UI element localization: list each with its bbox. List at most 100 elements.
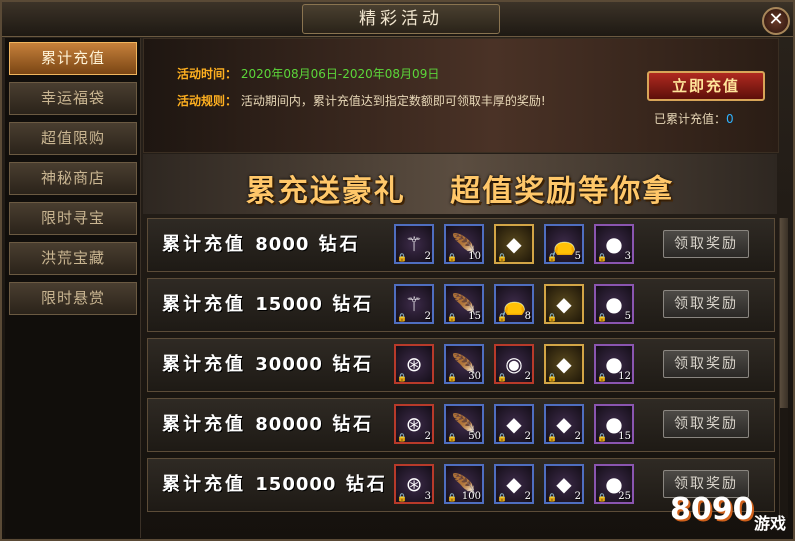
reward-count: 12	[618, 371, 631, 382]
reward-item[interactable]: ● 🔒 3	[594, 224, 634, 264]
lock-icon: 🔒	[547, 253, 557, 262]
tier-unit: 钻石	[318, 234, 361, 255]
reward-item[interactable]: ● 🔒 12	[594, 344, 634, 384]
reward-item[interactable]: ⊛ 🔒 2	[394, 404, 434, 444]
lock-icon: 🔒	[497, 433, 507, 442]
tier-label: 累计充值 15000 钻石	[162, 279, 374, 331]
reward-item[interactable]: ⚚ 🔒 2	[394, 284, 434, 324]
green-crystal-icon: ◆	[506, 472, 522, 496]
watermark-number: 8090	[670, 492, 754, 527]
lock-icon: 🔒	[597, 373, 607, 382]
reward-item[interactable]: 🪶 🔒 100	[444, 464, 484, 504]
reward-count: 5	[624, 311, 631, 322]
orb-icon: ◉	[505, 352, 523, 376]
reward-count: 15	[468, 311, 481, 322]
close-icon: ✕	[768, 9, 784, 30]
promo-banner: 累充送豪礼 超值奖励等你拿	[143, 154, 777, 214]
reward-count: 2	[524, 431, 531, 442]
reward-item[interactable]: ● 🔒 25	[594, 464, 634, 504]
reward-count: 50	[468, 431, 481, 442]
reward-item[interactable]: ◆ 🔒 2	[544, 464, 584, 504]
reward-item[interactable]: ◆ 🔒	[544, 344, 584, 384]
activity-window: 精彩活动 ✕ 累计充值 幸运福袋 超值限购 神秘商店 限时寻宝 洪荒宝藏 限时悬赏 活动时间…	[0, 0, 795, 541]
activity-rule: 活动规则： 活动期间内，累计充值达到指定数额即可领取丰厚的奖励!	[177, 92, 546, 109]
activity-rule-value: 活动期间内，累计充值达到指定数额即可领取丰厚的奖励!	[240, 94, 546, 108]
reward-count: 2	[424, 251, 431, 262]
sidebar-tab[interactable]: 超值限购	[9, 122, 137, 155]
lock-icon: 🔒	[547, 313, 557, 322]
reward-item[interactable]: 👝 🔒 8	[494, 284, 534, 324]
promo-banner-left: 累充送豪礼	[245, 174, 406, 209]
lock-icon: 🔒	[597, 253, 607, 262]
tier-prefix: 累计充值	[162, 294, 246, 315]
recharge-now-button[interactable]: 立即充值	[647, 71, 765, 101]
reward-count: 5	[574, 251, 581, 262]
scrollbar[interactable]	[779, 218, 788, 518]
tier-amount: 8000	[255, 234, 310, 255]
sidebar: 累计充值幸运福袋超值限购神秘商店限时寻宝洪荒宝藏限时悬赏	[5, 38, 141, 538]
gem-ring-icon: ●	[605, 292, 623, 316]
window-title: 精彩活动	[302, 4, 500, 34]
reward-item[interactable]: ● 🔒 15	[594, 404, 634, 444]
reward-count: 25	[618, 491, 631, 502]
total-charged: 已累计充值：0	[654, 110, 734, 127]
reward-tier-row: 累计充值 15000 钻石 ⚚ 🔒 2 🪶 🔒 15 👝 🔒 8 ◆ 🔒 ● 🔒 5 领取奖励	[147, 278, 775, 332]
compass-icon: ⊛	[405, 472, 423, 496]
close-button[interactable]: ✕	[762, 7, 790, 35]
compass-icon: ⊛	[405, 352, 423, 376]
reward-count: 30	[468, 371, 481, 382]
lock-icon: 🔒	[597, 313, 607, 322]
sidebar-tab[interactable]: 洪荒宝藏	[9, 242, 137, 275]
total-charged-label: 已累计充值：	[654, 112, 727, 126]
reward-item[interactable]: ⚚ 🔒 2	[394, 224, 434, 264]
tier-unit: 钻石	[345, 474, 388, 495]
activity-time: 活动时间： 2020年08月06日-2020年08月09日	[177, 65, 439, 82]
reward-item[interactable]: ◉ 🔒 2	[494, 344, 534, 384]
reward-count: 3	[424, 491, 431, 502]
reward-item[interactable]: 👝 🔒 5	[544, 224, 584, 264]
activity-time-value: 2020年08月06日-2020年08月09日	[240, 67, 440, 81]
tier-prefix: 累计充值	[162, 414, 246, 435]
sidebar-tab[interactable]: 限时寻宝	[9, 202, 137, 235]
scepter-icon: ⚚	[405, 232, 423, 256]
lock-icon: 🔒	[397, 373, 407, 382]
reward-count: 2	[424, 431, 431, 442]
tier-prefix: 累计充值	[162, 474, 246, 495]
reward-count: 2	[574, 431, 581, 442]
reward-item[interactable]: ⊛ 🔒	[394, 344, 434, 384]
claim-reward-button[interactable]: 领取奖励	[663, 290, 749, 318]
claim-reward-button[interactable]: 领取奖励	[663, 410, 749, 438]
lock-icon: 🔒	[447, 373, 457, 382]
reward-tier-row: 累计充值 80000 钻石 ⊛ 🔒 2 🪶 🔒 50 ◆ 🔒 2 ◆ 🔒 2 ● 🔒 15 领取奖励	[147, 398, 775, 452]
reward-item[interactable]: ◆ 🔒	[544, 284, 584, 324]
reward-item[interactable]: ◆ 🔒 2	[494, 404, 534, 444]
reward-item[interactable]: 🪶 🔒 15	[444, 284, 484, 324]
sidebar-tab[interactable]: 神秘商店	[9, 162, 137, 195]
reward-item[interactable]: ⊛ 🔒 3	[394, 464, 434, 504]
reward-item[interactable]: ◆ 🔒	[494, 224, 534, 264]
total-charged-value: 0	[726, 112, 734, 126]
reward-item[interactable]: 🪶 🔒 10	[444, 224, 484, 264]
activity-rule-label: 活动规则：	[177, 94, 238, 108]
sidebar-tab[interactable]: 幸运福袋	[9, 82, 137, 115]
reward-item[interactable]: ● 🔒 5	[594, 284, 634, 324]
tier-unit: 钻石	[332, 294, 375, 315]
promo-banner-text: 累充送豪礼 超值奖励等你拿	[143, 166, 777, 210]
crystal-icon: ◆	[556, 352, 572, 376]
sidebar-tab[interactable]: 累计充值	[9, 42, 137, 75]
reward-item[interactable]: ◆ 🔒 2	[544, 404, 584, 444]
tier-prefix: 累计充值	[162, 354, 246, 375]
activity-info-panel: 活动时间： 2020年08月06日-2020年08月09日 活动规则： 活动期间…	[143, 38, 779, 153]
scepter-icon: ⚚	[405, 292, 423, 316]
reward-item[interactable]: 🪶 🔒 50	[444, 404, 484, 444]
lock-icon: 🔒	[447, 253, 457, 262]
title-bar: 精彩活动	[2, 2, 793, 37]
reward-item[interactable]: 🪶 🔒 30	[444, 344, 484, 384]
sidebar-tab[interactable]: 限时悬赏	[9, 282, 137, 315]
claim-reward-button[interactable]: 领取奖励	[663, 230, 749, 258]
claim-reward-button[interactable]: 领取奖励	[663, 350, 749, 378]
lock-icon: 🔒	[597, 433, 607, 442]
lock-icon: 🔒	[497, 373, 507, 382]
scrollbar-thumb[interactable]	[780, 218, 788, 408]
reward-item[interactable]: ◆ 🔒 2	[494, 464, 534, 504]
